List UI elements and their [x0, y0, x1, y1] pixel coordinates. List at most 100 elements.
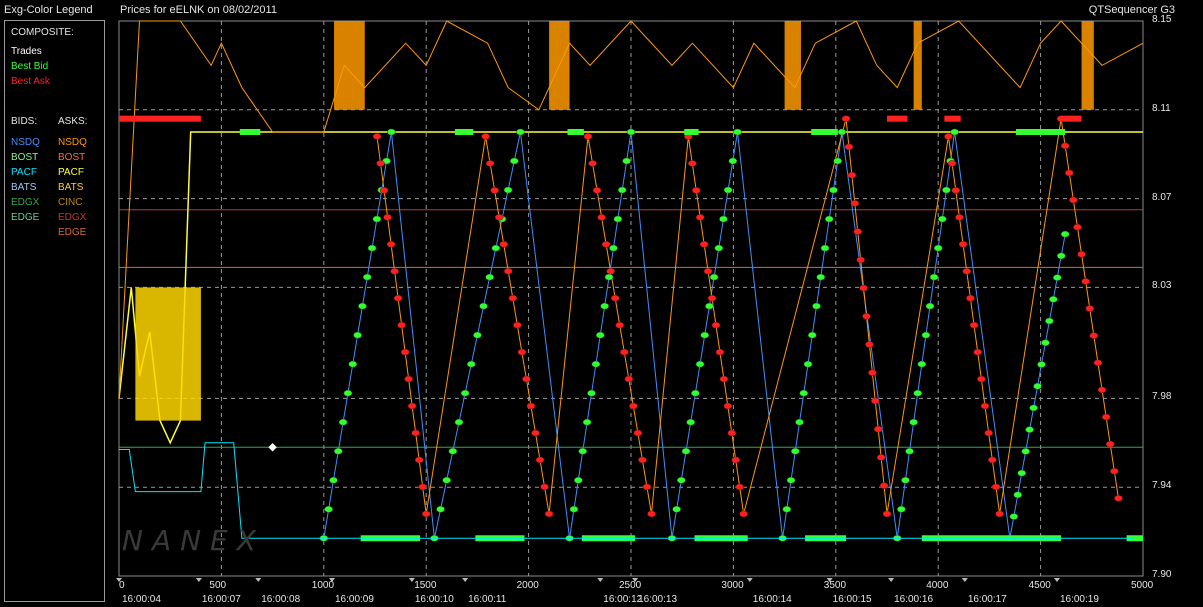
best-bid-point [338, 418, 348, 426]
time-label: 16:00:19 [1059, 594, 1099, 605]
best-ask-point [379, 187, 389, 194]
best-ask-point [727, 429, 737, 437]
best-ask-point [711, 321, 721, 329]
time-marker [255, 578, 262, 582]
best-bid-point [913, 389, 922, 397]
best-ask-point [390, 267, 399, 275]
best-ask-point [868, 369, 877, 376]
best-bid-point [587, 389, 596, 397]
best-ask-point [383, 214, 392, 221]
best-bid-point [574, 476, 583, 484]
best-bid-point [1037, 361, 1046, 368]
time-label: 16:00:14 [752, 594, 792, 605]
best-bid-point [950, 128, 959, 136]
best-bid-point [905, 447, 914, 455]
best-bid-point [786, 476, 796, 484]
best-ask-point [393, 294, 403, 302]
best-bid-point [367, 244, 377, 252]
best-ask-point [995, 510, 1004, 518]
x-tick-label: 0 [119, 580, 125, 591]
best-bid-point [1033, 382, 1042, 390]
best-bid-point [723, 186, 733, 194]
best-bid-point [938, 215, 947, 223]
best-ask-point [601, 241, 611, 248]
best-ask-point [372, 133, 382, 140]
best-bid-point [691, 389, 700, 397]
nsdq-ask-burst [913, 21, 922, 110]
time-marker [597, 578, 604, 582]
best-bid-point [799, 389, 809, 397]
best-bid-point [358, 302, 367, 310]
time-label: 16:00:16 [894, 594, 934, 605]
best-ask-point [504, 267, 513, 275]
best-ask-point [522, 375, 531, 383]
best-bid-top [239, 129, 261, 135]
best-bid-point [473, 331, 482, 339]
best-bid-point [837, 128, 847, 136]
best-ask-point [1089, 332, 1099, 339]
best-ask-point [882, 510, 892, 518]
best-bid-top [811, 129, 838, 135]
best-bid-point [467, 360, 476, 368]
best-ask-point [583, 133, 593, 140]
best-bid-point [1053, 274, 1062, 281]
best-bid-point [816, 273, 825, 281]
best-ask-point [847, 171, 857, 179]
best-ask-point [853, 228, 862, 235]
best-bid-point [807, 331, 817, 339]
best-ask-point [624, 375, 634, 383]
best-bid-point [917, 360, 927, 368]
best-ask-point [485, 160, 495, 167]
best-bid-point [442, 476, 451, 484]
pacf-bid-line [119, 442, 1133, 539]
best-bid-point [833, 157, 842, 165]
best-ask-point [695, 214, 705, 221]
best-bid-point [700, 331, 709, 339]
pacf-ask-burst [135, 287, 201, 421]
best-ask-point [844, 143, 854, 151]
best-ask-point [715, 348, 725, 356]
best-ask-point [1077, 251, 1086, 258]
best-ask-point [735, 483, 744, 491]
best-bid-point [582, 418, 592, 426]
best-ask-point [876, 454, 886, 461]
best-ask-point [707, 294, 717, 302]
best-ask-point [856, 256, 865, 264]
time-label: 16:00:17 [967, 594, 1007, 605]
best-ask-point [951, 187, 961, 194]
best-ask-point [1085, 305, 1095, 312]
time-marker [961, 578, 968, 582]
best-ask-point [691, 187, 701, 194]
best-ask-point [688, 160, 697, 167]
y-tick-label: 7.94 [1152, 480, 1172, 492]
time-marker [462, 578, 469, 582]
time-marker [1053, 578, 1060, 582]
y-tick-label: 8.03 [1152, 280, 1172, 292]
best-ask-point [1105, 440, 1115, 448]
x-tick-label: 4000 [926, 580, 949, 591]
best-ask-point [850, 200, 860, 207]
best-ask-point [944, 133, 953, 140]
best-bid-point [329, 476, 338, 484]
best-ask-point [719, 375, 729, 383]
best-bid-point [921, 331, 931, 339]
best-ask-point [610, 294, 620, 302]
best-ask-point [991, 483, 1001, 491]
best-bid-point [709, 273, 719, 281]
best-ask-point [731, 456, 740, 464]
best-ask-point [879, 482, 889, 489]
best-ask-point [647, 510, 656, 518]
best-bid-point [387, 128, 396, 136]
x-tick-label: 500 [209, 580, 227, 591]
y-tick-label: 8.11 [1152, 102, 1171, 114]
best-bid-point [1025, 426, 1034, 433]
best-ask-point [859, 284, 868, 292]
best-ask-point [642, 483, 652, 491]
x-tick-label: 4500 [1028, 580, 1051, 591]
time-label: 16:00:10 [414, 594, 454, 605]
best-bid-point [1029, 404, 1038, 412]
nanex-watermark: NANEX [122, 524, 265, 557]
best-ask-point [404, 375, 413, 383]
best-ask-point [411, 429, 420, 437]
best-bid-point [672, 505, 681, 513]
